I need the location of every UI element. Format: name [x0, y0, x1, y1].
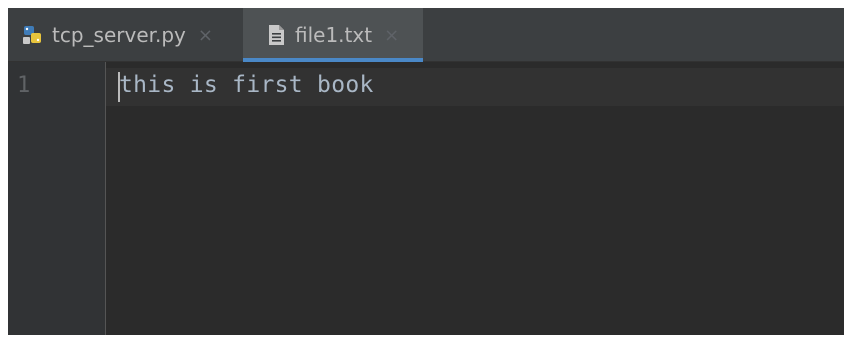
editor-tab-bar: tcp_server.py × file1.txt ×: [8, 8, 844, 62]
ide-window: tcp_server.py × file1.txt × 1 this is fi…: [8, 8, 844, 335]
text-file-icon: [269, 25, 284, 45]
python-file-icon: [23, 26, 41, 44]
text-caret: [118, 72, 120, 102]
close-icon[interactable]: ×: [384, 25, 399, 46]
text-editor[interactable]: this is first book: [106, 62, 844, 335]
line-number: 1: [17, 73, 31, 98]
close-icon[interactable]: ×: [198, 25, 213, 46]
tab-label: tcp_server.py: [52, 23, 186, 47]
tab-label: file1.txt: [295, 23, 373, 47]
tab-file1[interactable]: file1.txt ×: [243, 8, 423, 62]
tab-tcp-server[interactable]: tcp_server.py ×: [8, 8, 241, 62]
code-line[interactable]: this is first book: [119, 72, 374, 98]
line-number-gutter: 1: [8, 62, 106, 335]
